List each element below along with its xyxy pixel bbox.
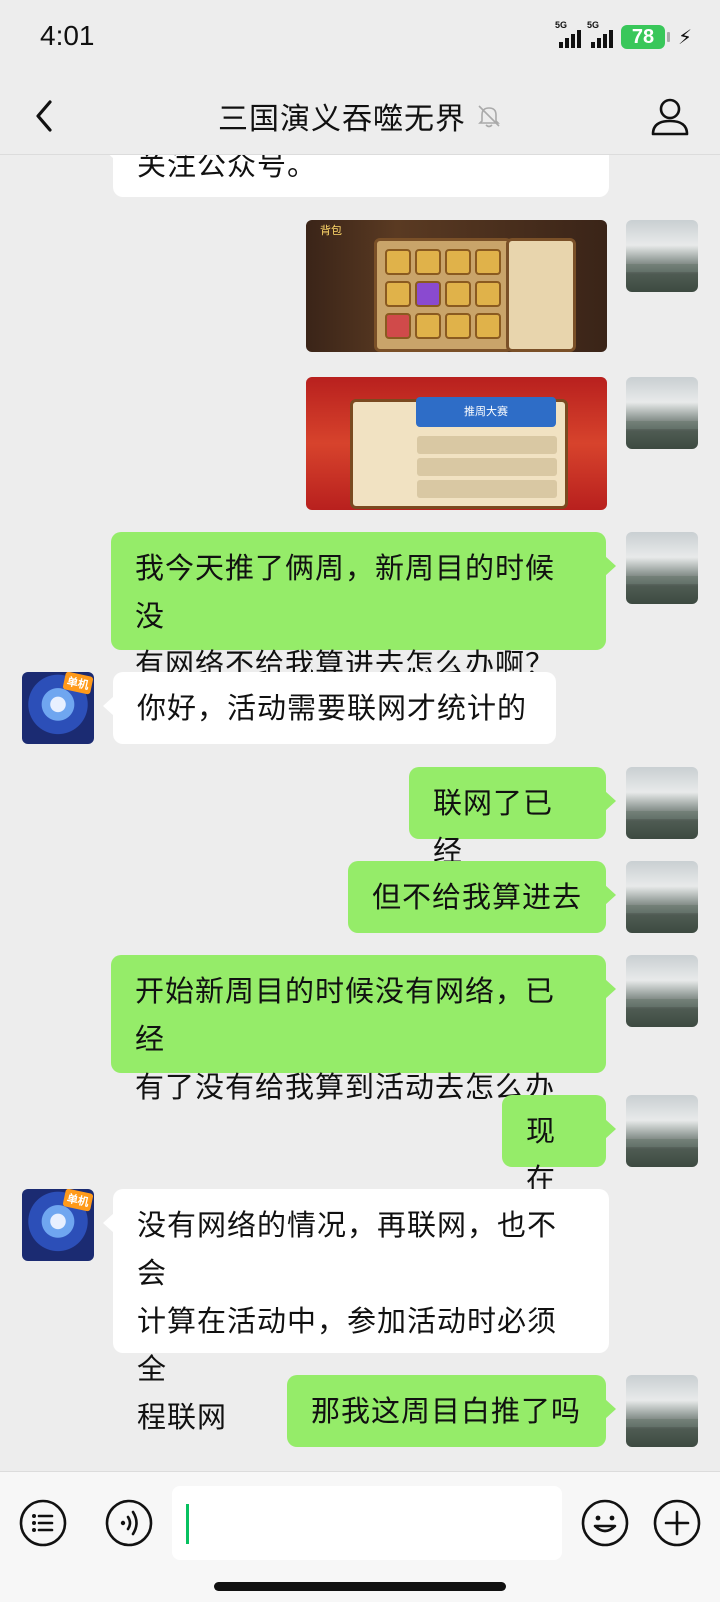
charging-icon: ⚡ (677, 25, 692, 49)
message-line: 那我这周目白推了吗 (311, 1394, 582, 1428)
image-message[interactable]: 背包 (306, 220, 607, 352)
emoji-icon (581, 1499, 629, 1547)
message-bubble[interactable]: 开始新周目的时候没有网络，已经 有了没有给我算到活动去怎么办 (111, 955, 616, 1104)
message-line: 但不给我算进去 (372, 880, 583, 914)
input-bar (0, 1471, 720, 1602)
voice-button[interactable] (104, 1498, 154, 1548)
text-cursor (186, 1504, 189, 1544)
message-line: 你好，活动需要联网才统计的 (137, 691, 528, 725)
message-list[interactable]: 关注公众号。 背包 推周大赛 我今天推了俩周，新周目的时候没 有网络不给我算进去… (0, 155, 720, 1470)
avatar[interactable] (626, 861, 698, 933)
battery-icon (666, 32, 670, 42)
message-text: 关注公众号。 (137, 155, 318, 182)
signal-icon-2: 5G (587, 20, 613, 48)
image-caption: 推周大赛 (416, 397, 556, 427)
image-message[interactable]: 推周大赛 (306, 377, 607, 510)
message-bubble[interactable]: 那我这周目白推了吗 (287, 1375, 616, 1447)
message-line: 我今天推了俩周，新周目的时候没 (135, 551, 556, 633)
signal-icon: 5G (555, 20, 581, 48)
network-type-1: 5G (554, 20, 567, 30)
message-bubble[interactable]: 但不给我算进去 (348, 861, 616, 933)
status-bar: 4:01 5G 5G 78 ⚡ (0, 0, 720, 78)
menu-button[interactable] (18, 1498, 68, 1548)
message-input[interactable] (172, 1486, 562, 1560)
avatar[interactable] (626, 1095, 698, 1167)
chat-title: 三国演义吞噬无界 (218, 102, 466, 137)
list-icon (19, 1499, 67, 1547)
message-bubble[interactable]: 联网了已经 (409, 767, 616, 868)
emoji-button[interactable] (580, 1498, 630, 1548)
plus-icon (653, 1499, 701, 1547)
avatar-badge: 单机 (62, 1189, 94, 1212)
avatar[interactable] (626, 532, 698, 604)
network-type-2: 5G (586, 20, 599, 30)
home-indicator[interactable] (214, 1582, 506, 1591)
avatar[interactable]: 单机 (22, 1189, 94, 1261)
chat-info-button[interactable] (648, 94, 692, 138)
chat-header: 三国演义吞噬无界 (0, 78, 720, 155)
message-line: 没有网络的情况，再联网，也不会 (137, 1208, 558, 1290)
avatar[interactable] (626, 1375, 698, 1447)
message-line: 开始新周目的时候没有网络，已经 (135, 974, 556, 1056)
avatar[interactable] (626, 767, 698, 839)
avatar-badge: 单机 (62, 672, 94, 695)
message-bubble[interactable]: 关注公众号。 (103, 155, 609, 197)
avatar[interactable] (626, 377, 698, 449)
image-caption: 背包 (320, 224, 342, 237)
voice-icon (105, 1499, 153, 1547)
battery-level: 78 (620, 25, 665, 49)
person-icon (651, 98, 689, 136)
plus-button[interactable] (652, 1498, 702, 1548)
message-bubble[interactable]: 我今天推了俩周，新周目的时候没 有网络不给我算进去怎么办啊？ (111, 532, 616, 681)
status-time: 4:01 (40, 20, 95, 51)
bell-muted-icon (478, 105, 500, 128)
message-bubble[interactable]: 现在 (502, 1095, 616, 1196)
status-indicators: 5G 5G 78 ⚡ (555, 20, 692, 52)
message-bubble[interactable]: 你好，活动需要联网才统计的 (103, 672, 556, 744)
avatar[interactable] (626, 955, 698, 1027)
avatar[interactable]: 单机 (22, 672, 94, 744)
message-bubble[interactable]: 没有网络的情况，再联网，也不会 计算在活动中，参加活动时必须全 程联网 (103, 1189, 609, 1434)
avatar[interactable] (626, 220, 698, 292)
